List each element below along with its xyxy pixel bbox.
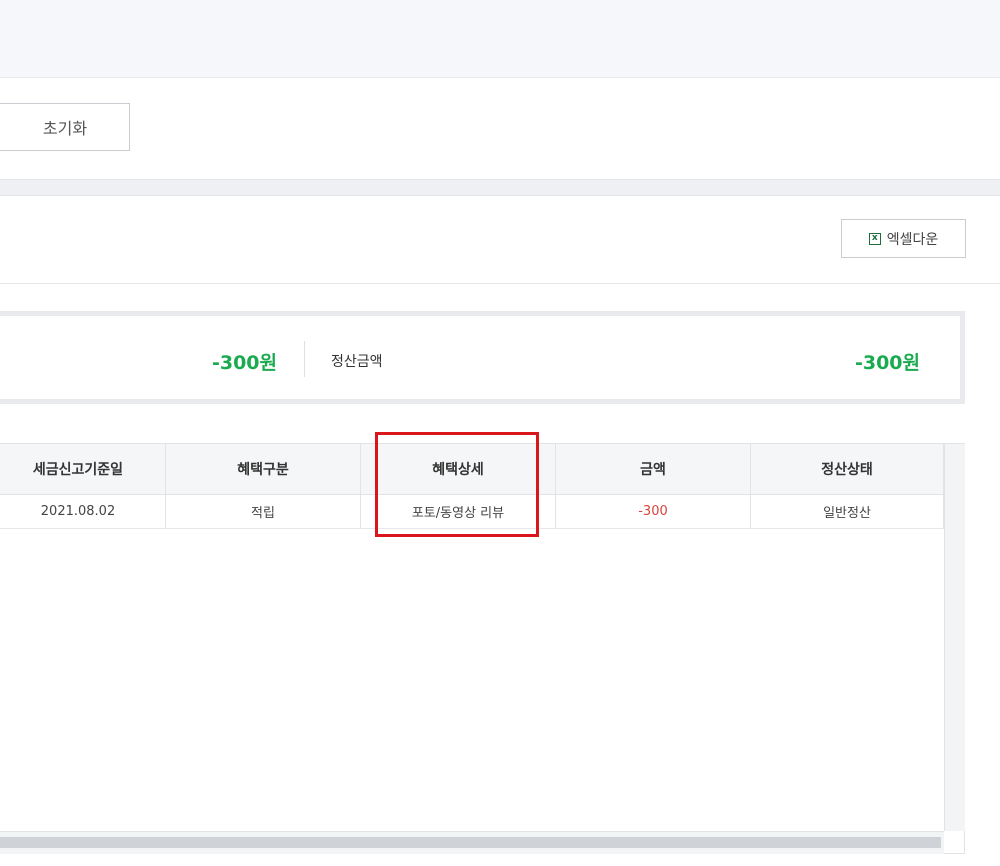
settlement-amount-label: 정산금액 — [331, 354, 383, 370]
excel-download-label: 엑셀다운 — [886, 231, 939, 248]
reset-button[interactable]: 초기화 — [0, 103, 130, 151]
summary-box: -300원 정산금액 -300원 — [0, 311, 965, 404]
horizontal-scrollbar-thumb[interactable] — [0, 837, 941, 848]
excel-icon: x — [868, 232, 881, 245]
header-tax-report-date[interactable]: 세금신고기준일 — [0, 444, 166, 494]
horizontal-scrollbar[interactable] — [0, 831, 944, 854]
cell-settlement-status: 일반정산 — [751, 494, 944, 528]
cell-benefit-type: 적립 — [166, 494, 361, 528]
toolbar-divider — [0, 283, 1000, 284]
table-row[interactable]: 2021.08.02 적립 포토/동영상 리뷰 -300 일반정산 — [0, 494, 944, 529]
top-band — [0, 0, 1000, 78]
settlement-grid: 세금신고기준일 혜택구분 혜택상세 금액 정산상태 2021.08.02 적립 … — [0, 443, 965, 854]
settlement-amount-value: -300원 — [854, 352, 920, 374]
cell-benefit-detail: 포토/동영상 리뷰 — [361, 494, 556, 528]
header-settlement-status[interactable]: 정산상태 — [751, 444, 944, 494]
header-amount[interactable]: 금액 — [556, 444, 751, 494]
summary-separator — [304, 341, 305, 377]
excel-download-button[interactable]: x 엑셀다운 — [841, 219, 966, 258]
cell-tax-report-date: 2021.08.02 — [0, 494, 166, 528]
header-benefit-type[interactable]: 혜택구분 — [166, 444, 361, 494]
header-benefit-detail[interactable]: 혜택상세 — [361, 444, 556, 494]
cell-amount: -300 — [556, 494, 751, 528]
section-divider — [0, 179, 1000, 196]
summary-amount: -300원 — [211, 352, 277, 374]
grid-header: 세금신고기준일 혜택구분 혜택상세 금액 정산상태 — [0, 444, 944, 495]
vertical-scrollbar[interactable] — [944, 444, 965, 831]
